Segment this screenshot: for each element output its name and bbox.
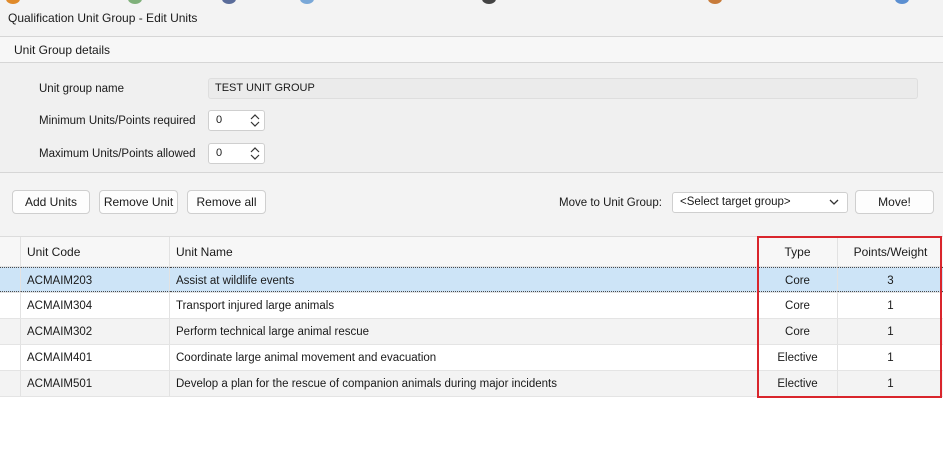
row-selector[interactable] — [0, 293, 21, 318]
chevron-down-icon — [829, 199, 839, 205]
toolbar-icon[interactable] — [895, 0, 909, 4]
move-button[interactable]: Move! — [855, 190, 934, 214]
remove-unit-button[interactable]: Remove Unit — [99, 190, 178, 214]
target-group-select[interactable]: <Select target group> — [672, 192, 848, 213]
table-row[interactable]: ACMAIM501 Develop a plan for the rescue … — [0, 371, 943, 397]
cell-unit-name: Transport injured large animals — [170, 293, 758, 318]
add-units-button[interactable]: Add Units — [12, 190, 90, 214]
toolbar-icon[interactable] — [482, 0, 496, 4]
max-units-value: 0 — [216, 147, 223, 159]
remove-all-button[interactable]: Remove all — [187, 190, 266, 214]
spin-arrows-icon[interactable] — [250, 112, 260, 129]
column-header-unit-code[interactable]: Unit Code — [21, 237, 170, 266]
column-header-type[interactable]: Type — [758, 237, 838, 266]
max-units-spinner[interactable]: 0 — [208, 143, 265, 164]
cell-type: Core — [758, 319, 838, 344]
cell-points-weight: 1 — [887, 300, 894, 312]
cell-unit-code: ACMAIM501 — [21, 371, 170, 396]
table-row[interactable]: ACMAIM203 Assist at wildlife events Core… — [0, 267, 943, 293]
row-selector[interactable] — [0, 267, 21, 292]
top-toolbar-strip — [0, 0, 943, 6]
toolbar-icon[interactable] — [300, 0, 314, 4]
cell-unit-code: ACMAIM302 — [21, 319, 170, 344]
min-units-value: 0 — [216, 114, 223, 126]
table-row[interactable]: ACMAIM401 Coordinate large animal moveme… — [0, 345, 943, 371]
table-row[interactable]: ACMAIM304 Transport injured large animal… — [0, 293, 943, 319]
spin-arrows-icon[interactable] — [250, 145, 260, 162]
cell-points-weight: 1 — [887, 326, 894, 338]
cell-type: Core — [758, 293, 838, 318]
row-selector-header — [0, 237, 21, 266]
toolbar-icon[interactable] — [128, 0, 142, 4]
unit-group-details-panel: Unit Group details Unit group name TEST … — [0, 36, 943, 173]
cell-unit-code: ACMAIM401 — [21, 345, 170, 370]
move-to-group-label: Move to Unit Group: — [559, 197, 662, 209]
column-header-points-weight[interactable]: Points/Weight — [838, 237, 943, 266]
cell-unit-name: Perform technical large animal rescue — [170, 319, 758, 344]
cell-type: Elective — [758, 371, 838, 396]
min-units-label: Minimum Units/Points required — [39, 115, 196, 127]
row-selector[interactable] — [0, 345, 21, 370]
row-selector[interactable] — [0, 371, 21, 396]
max-units-label: Maximum Units/Points allowed — [39, 148, 196, 160]
row-selector[interactable] — [0, 319, 21, 344]
cell-type: Core — [758, 267, 838, 292]
unit-group-name-field[interactable]: TEST UNIT GROUP — [208, 78, 918, 99]
details-header: Unit Group details — [0, 37, 943, 63]
min-units-spinner[interactable]: 0 — [208, 110, 265, 131]
window-title: Qualification Unit Group - Edit Units — [8, 11, 198, 25]
cell-type: Elective — [758, 345, 838, 370]
target-group-value: <Select target group> — [680, 196, 791, 208]
toolbar-icon[interactable] — [708, 0, 722, 4]
toolbar-icon[interactable] — [6, 0, 20, 4]
cell-unit-name: Coordinate large animal movement and eva… — [170, 345, 758, 370]
grid-header: Unit Code Unit Name Type Points/Weight — [0, 237, 943, 267]
cell-points-weight: 3 — [838, 267, 943, 292]
cell-unit-name: Develop a plan for the rescue of compani… — [170, 371, 758, 396]
cell-unit-code: ACMAIM203 — [21, 267, 170, 292]
cell-points-weight: 1 — [887, 352, 894, 364]
column-header-unit-name[interactable]: Unit Name — [170, 237, 758, 266]
cell-points-weight: 1 — [887, 378, 894, 390]
cell-unit-name: Assist at wildlife events — [170, 267, 758, 292]
table-row[interactable]: ACMAIM302 Perform technical large animal… — [0, 319, 943, 345]
toolbar-icon[interactable] — [222, 0, 236, 4]
cell-unit-code: ACMAIM304 — [21, 293, 170, 318]
units-grid: Unit Code Unit Name Type Points/Weight A… — [0, 236, 943, 476]
unit-group-name-label: Unit group name — [39, 83, 125, 95]
